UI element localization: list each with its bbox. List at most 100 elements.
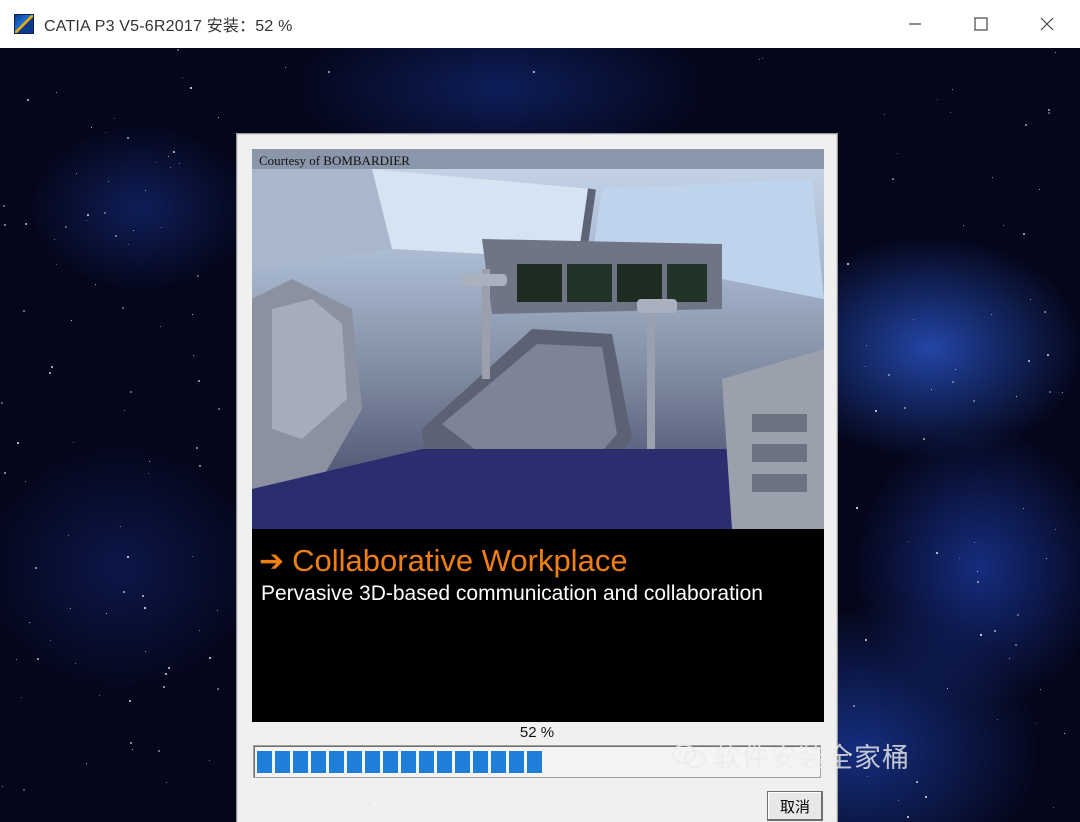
star-decoration bbox=[196, 275, 199, 278]
maximize-button[interactable] bbox=[948, 0, 1014, 48]
star-decoration bbox=[952, 88, 954, 90]
star-decoration bbox=[148, 461, 150, 463]
star-decoration bbox=[1048, 108, 1051, 111]
star-decoration bbox=[973, 542, 975, 544]
star-decoration bbox=[144, 189, 146, 191]
star-decoration bbox=[1046, 557, 1047, 559]
star-decoration bbox=[1003, 224, 1005, 226]
star-decoration bbox=[883, 113, 885, 115]
star-decoration bbox=[1015, 396, 1017, 398]
star-decoration bbox=[980, 633, 983, 636]
star-decoration bbox=[157, 750, 160, 753]
star-decoration bbox=[903, 406, 906, 409]
star-decoration bbox=[947, 688, 949, 690]
splash-panel: Courtesy of BOMBARDIER ➔ Collaborative W… bbox=[252, 149, 824, 722]
star-decoration bbox=[123, 410, 125, 412]
star-decoration bbox=[70, 320, 72, 322]
star-decoration bbox=[90, 126, 92, 128]
star-decoration bbox=[855, 507, 858, 510]
star-decoration bbox=[56, 263, 58, 265]
star-decoration bbox=[72, 441, 74, 443]
star-decoration bbox=[20, 697, 22, 699]
cancel-button[interactable]: 取消 bbox=[767, 791, 823, 821]
star-decoration bbox=[1015, 643, 1018, 646]
star-decoration bbox=[963, 224, 965, 226]
star-decoration bbox=[167, 666, 170, 669]
star-decoration bbox=[217, 408, 220, 411]
star-decoration bbox=[104, 211, 107, 214]
star-decoration bbox=[65, 225, 68, 228]
close-icon bbox=[1040, 17, 1054, 31]
star-decoration bbox=[177, 48, 180, 51]
star-decoration bbox=[75, 663, 77, 665]
star-decoration bbox=[925, 795, 928, 798]
star-decoration bbox=[131, 748, 133, 750]
star-decoration bbox=[992, 177, 994, 179]
minimize-icon bbox=[909, 23, 921, 25]
star-decoration bbox=[209, 656, 212, 659]
star-decoration bbox=[34, 566, 37, 569]
star-decoration bbox=[865, 639, 868, 642]
star-decoration bbox=[1044, 310, 1047, 313]
star-decoration bbox=[1016, 614, 1019, 617]
star-decoration bbox=[107, 180, 109, 182]
star-decoration bbox=[23, 788, 26, 791]
star-decoration bbox=[1022, 507, 1024, 509]
star-decoration bbox=[99, 695, 101, 697]
star-decoration bbox=[51, 366, 54, 369]
star-decoration bbox=[1008, 658, 1010, 660]
star-decoration bbox=[163, 685, 166, 688]
star-decoration bbox=[991, 314, 992, 316]
star-decoration bbox=[1039, 689, 1041, 691]
window-title: CATIA P3 V5-6R2017 安装：52 % bbox=[44, 18, 293, 35]
star-decoration bbox=[936, 551, 939, 554]
star-decoration bbox=[166, 781, 168, 783]
star-decoration bbox=[847, 263, 850, 266]
star-decoration bbox=[16, 659, 18, 661]
star-decoration bbox=[533, 70, 536, 73]
star-decoration bbox=[852, 705, 855, 708]
star-decoration bbox=[86, 214, 89, 217]
star-decoration bbox=[977, 571, 979, 573]
star-decoration bbox=[216, 687, 219, 690]
minimize-button[interactable] bbox=[882, 0, 948, 48]
star-decoration bbox=[95, 283, 97, 285]
star-decoration bbox=[1022, 233, 1025, 236]
star-decoration bbox=[373, 802, 376, 805]
star-decoration bbox=[165, 673, 168, 676]
catia-app-icon[interactable] bbox=[14, 14, 34, 34]
star-decoration bbox=[907, 815, 910, 818]
cockpit-illustration bbox=[252, 149, 824, 529]
star-decoration bbox=[1064, 732, 1066, 734]
star-decoration bbox=[913, 318, 915, 320]
arrow-right-icon: ➔ bbox=[259, 544, 285, 578]
star-decoration bbox=[189, 86, 192, 89]
star-decoration bbox=[70, 607, 72, 609]
star-decoration bbox=[3, 205, 6, 208]
star-decoration bbox=[1048, 390, 1051, 393]
star-decoration bbox=[217, 117, 219, 119]
star-decoration bbox=[199, 630, 201, 632]
star-decoration bbox=[132, 230, 134, 232]
star-decoration bbox=[144, 606, 147, 609]
star-decoration bbox=[866, 344, 868, 346]
space-background: Courtesy of BOMBARDIER ➔ Collaborative W… bbox=[0, 48, 1080, 822]
star-decoration bbox=[762, 58, 764, 60]
star-decoration bbox=[994, 629, 997, 632]
star-decoration bbox=[759, 59, 761, 61]
star-decoration bbox=[1055, 51, 1057, 53]
close-button[interactable] bbox=[1014, 0, 1080, 48]
star-decoration bbox=[217, 610, 219, 612]
star-decoration bbox=[327, 70, 330, 73]
star-decoration bbox=[1029, 298, 1031, 300]
star-decoration bbox=[848, 754, 851, 757]
star-decoration bbox=[161, 226, 163, 228]
star-decoration bbox=[114, 235, 117, 238]
star-decoration bbox=[892, 178, 895, 181]
star-decoration bbox=[285, 66, 287, 68]
title-bar: CATIA P3 V5-6R2017 安装：52 % bbox=[0, 0, 1080, 48]
star-decoration bbox=[973, 400, 976, 403]
subline-text: Pervasive 3D-based communication and col… bbox=[261, 582, 763, 605]
star-decoration bbox=[931, 388, 933, 390]
star-decoration bbox=[17, 441, 20, 444]
